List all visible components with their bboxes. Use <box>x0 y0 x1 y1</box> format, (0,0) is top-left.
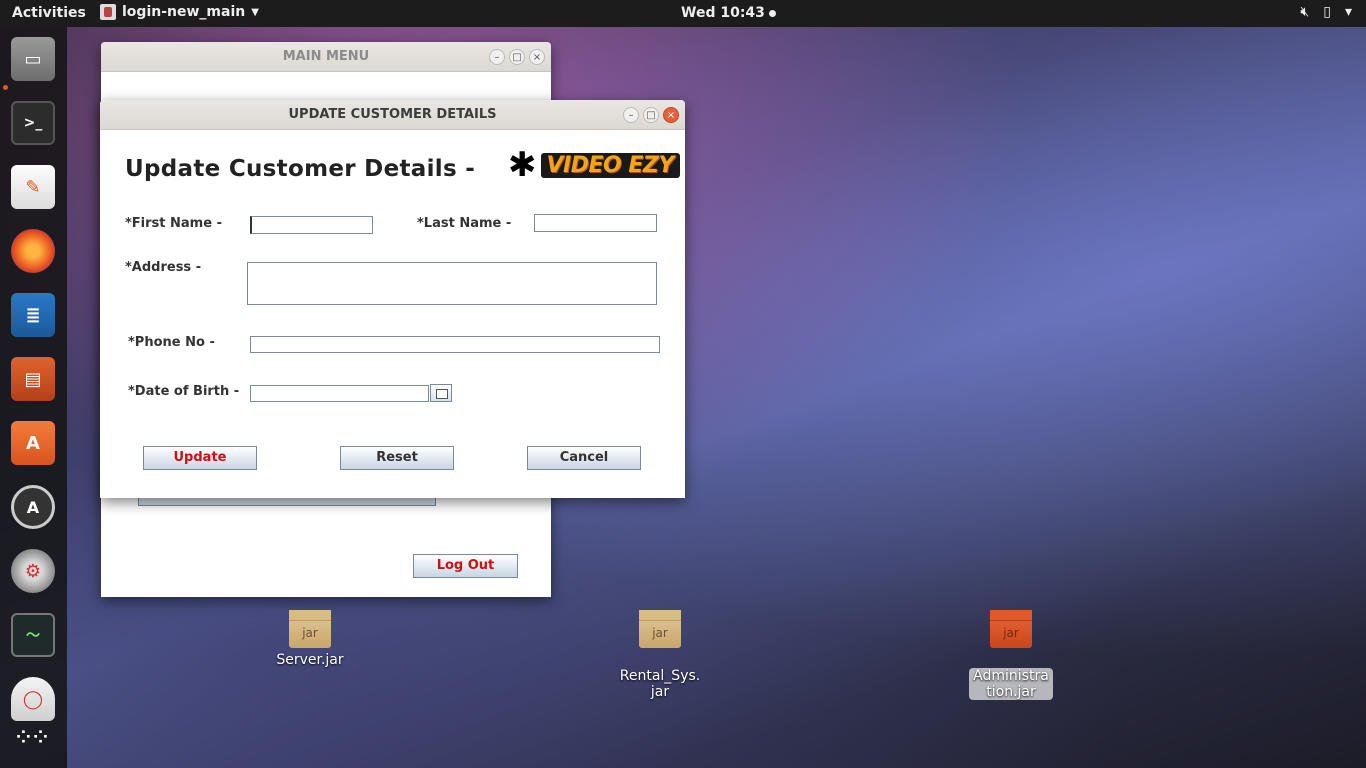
desktop-icon-rental-sys[interactable]: jar Rental_Sys. jar <box>618 594 702 716</box>
chevron-down-icon[interactable]: ▾ <box>1345 4 1352 20</box>
main-menu-title: MAIN MENU <box>282 49 370 64</box>
updater-icon[interactable]: A <box>11 485 55 529</box>
phone-field[interactable] <box>250 336 660 353</box>
close-icon[interactable]: × <box>529 49 545 65</box>
clock[interactable]: Wed 10:43 <box>681 5 776 21</box>
logo-text: VIDEO EZY <box>540 152 680 178</box>
desktop-icon-label: Rental_Sys. jar <box>619 668 701 700</box>
close-icon[interactable]: × <box>663 107 679 123</box>
desktop-icon-label: Server.jar <box>276 652 344 668</box>
phone-label: *Phone No - <box>128 335 215 350</box>
address-label: *Address - <box>125 260 202 275</box>
update-window-title: UPDATE CUSTOMER DETAILS <box>288 107 497 122</box>
jar-file-icon: jar <box>639 610 681 648</box>
dob-field[interactable] <box>250 385 429 402</box>
desktop-icon-server[interactable]: jar Server.jar <box>268 610 352 668</box>
notification-dot-icon <box>768 9 776 17</box>
system-tray[interactable]: 🔇︎ ▯ ▾ <box>1300 4 1352 20</box>
firefox-icon[interactable] <box>11 229 55 273</box>
app-menu-label: login-new_main <box>122 4 246 20</box>
battery-icon[interactable]: ▯ <box>1323 4 1331 20</box>
logout-button[interactable]: Log Out <box>413 554 518 578</box>
clock-label: Wed 10:43 <box>681 5 765 21</box>
desktop-icon-label: Administra tion.jar <box>969 668 1053 700</box>
running-indicator <box>3 85 8 90</box>
update-customer-window: UPDATE CUSTOMER DETAILS – □ × Update Cus… <box>100 100 685 498</box>
calendar-icon[interactable] <box>430 384 452 402</box>
star-logo-icon: ✱ <box>508 145 537 185</box>
update-window-titlebar[interactable]: UPDATE CUSTOMER DETAILS – □ × <box>100 100 685 130</box>
minimize-icon[interactable]: – <box>623 107 639 123</box>
jar-file-icon: jar <box>289 610 331 648</box>
jar-file-icon: jar <box>990 610 1032 648</box>
video-ezy-logo: ✱ VIDEO EZY <box>508 148 680 182</box>
chevron-down-icon: ▼ <box>251 6 259 18</box>
top-bar: Activities login-new_main ▼ Wed 10:43 🔇︎… <box>0 0 1366 27</box>
last-name-field[interactable] <box>534 214 657 232</box>
dob-label: *Date of Birth - <box>128 384 240 399</box>
terminal-icon[interactable]: >_ <box>11 101 55 145</box>
first-name-label: *First Name - <box>125 216 222 231</box>
dock: ▭ >_ ✎ ≣ ▤ A A ⚙ 〜 ◯ ⁘⁘ <box>0 27 67 768</box>
first-name-field[interactable] <box>250 216 373 234</box>
software-center-icon[interactable]: A <box>11 421 55 465</box>
address-field[interactable] <box>247 262 657 305</box>
update-button[interactable]: Update <box>143 446 257 470</box>
files-icon[interactable]: ▭ <box>11 37 55 81</box>
system-monitor-icon[interactable]: 〜 <box>11 613 55 657</box>
text-editor-icon[interactable]: ✎ <box>11 165 55 209</box>
cancel-button[interactable]: Cancel <box>527 446 641 470</box>
volume-muted-icon[interactable]: 🔇︎ <box>1300 4 1309 20</box>
activities-button[interactable]: Activities <box>12 5 86 21</box>
maximize-icon[interactable]: □ <box>643 107 659 123</box>
last-name-label: *Last Name - <box>417 216 512 231</box>
impress-icon[interactable]: ▤ <box>11 357 55 401</box>
writer-icon[interactable]: ≣ <box>11 293 55 337</box>
show-apps-icon[interactable]: ⁘⁘ <box>11 715 55 759</box>
java-app-icon <box>100 4 116 20</box>
app-menu[interactable]: login-new_main ▼ <box>100 4 259 20</box>
reset-button[interactable]: Reset <box>340 446 454 470</box>
minimize-icon[interactable]: – <box>489 49 505 65</box>
desktop-icon-administration[interactable]: jar Administra tion.jar <box>969 594 1053 716</box>
page-title: Update Customer Details - <box>125 156 476 182</box>
settings-icon[interactable]: ⚙ <box>11 549 55 593</box>
main-menu-titlebar[interactable]: MAIN MENU – □ × <box>101 42 551 72</box>
maximize-icon[interactable]: □ <box>509 49 525 65</box>
